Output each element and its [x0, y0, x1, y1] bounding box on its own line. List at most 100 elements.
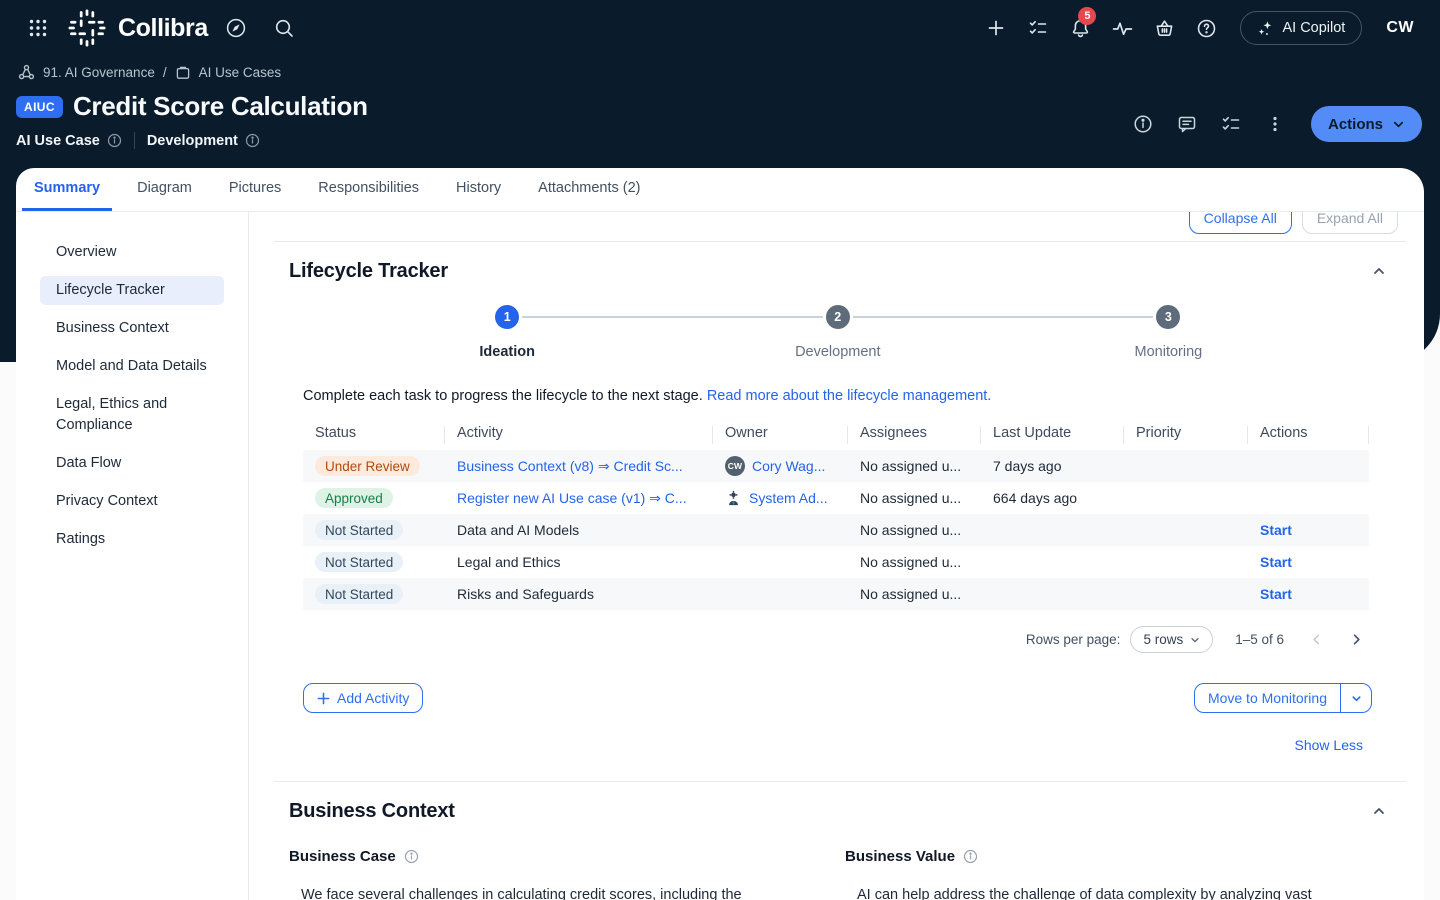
user-avatar[interactable]: CW — [1380, 19, 1420, 37]
sparkles-icon — [1257, 20, 1274, 37]
col-status: Status — [303, 422, 445, 450]
create-plus-icon[interactable] — [978, 10, 1014, 46]
search-icon[interactable] — [266, 10, 302, 46]
sidebar-item-model-and-data-details[interactable]: Model and Data Details — [40, 352, 224, 381]
info-icon[interactable] — [404, 849, 419, 864]
checklist-icon[interactable] — [1213, 106, 1249, 142]
chevron-up-icon[interactable] — [1367, 259, 1391, 283]
chevron-up-icon[interactable] — [1367, 799, 1391, 823]
previous-page-icon[interactable] — [1310, 633, 1323, 646]
priority-cell — [1124, 578, 1248, 610]
sidebar-item-business-context[interactable]: Business Context — [40, 314, 224, 343]
activity-link[interactable]: Business Context (v8) ⇒ Credit Sc... — [457, 458, 701, 475]
step-circle-development[interactable]: 2 — [826, 305, 850, 329]
chevron-down-icon — [1351, 693, 1362, 704]
collapse-expand-toolbar: Collapse All Expand All — [274, 212, 1406, 234]
step-circle-monitoring[interactable]: 3 — [1156, 305, 1180, 329]
lifecycle-section-header: Lifecycle Tracker — [289, 259, 1391, 283]
status-badge: Not Started — [315, 584, 403, 604]
table-row: Not Started Data and AI Models No assign… — [303, 514, 1369, 546]
table-row: Under Review Business Context (v8) ⇒ Cre… — [303, 450, 1369, 482]
business-case-text: We face several challenges in calculatin… — [289, 887, 835, 900]
help-icon[interactable] — [1188, 10, 1224, 46]
business-value-field: Business Value AI can help address the c… — [845, 848, 1391, 900]
page-title: Credit Score Calculation — [73, 91, 368, 122]
system-robot-icon — [725, 490, 742, 507]
activity-cell: Risks and Safeguards — [445, 578, 713, 610]
comments-icon[interactable] — [1169, 106, 1205, 142]
activity-link[interactable]: Register new AI Use case (v1) ⇒ C... — [457, 490, 701, 507]
compass-icon[interactable] — [218, 10, 254, 46]
assignees-cell: No assigned u... — [848, 546, 981, 578]
info-icon[interactable] — [107, 133, 122, 148]
assignees-cell: No assigned u... — [848, 578, 981, 610]
sidebar-item-lifecycle-tracker[interactable]: Lifecycle Tracker — [40, 276, 224, 305]
tab-responsibilities[interactable]: Responsibilities — [306, 168, 431, 211]
notifications-bell-icon[interactable]: 5 — [1062, 10, 1098, 46]
business-case-label-row: Business Case — [289, 848, 835, 865]
last-update-cell — [981, 578, 1124, 610]
meta-divider — [134, 132, 135, 149]
business-context-section: Business Context Business Case We face s… — [274, 799, 1406, 900]
owner-link[interactable]: Cory Wag... — [752, 458, 825, 474]
main-content: Collapse All Expand All Lifecycle Tracke… — [249, 212, 1424, 900]
breadcrumb-community[interactable]: 91. AI Governance — [43, 65, 155, 80]
lifecycle-read-more-link[interactable]: Read more about the lifecycle management… — [707, 388, 992, 404]
step-circle-ideation[interactable]: 1 — [495, 305, 519, 329]
next-page-icon[interactable] — [1350, 633, 1363, 646]
table-header-row: Status Activity Owner Assignees Last Upd… — [303, 422, 1369, 450]
show-less-row: Show Less — [289, 737, 1391, 755]
collapse-all-button[interactable]: Collapse All — [1189, 212, 1292, 234]
info-icon[interactable] — [963, 849, 978, 864]
lifecycle-section-title: Lifecycle Tracker — [289, 260, 448, 283]
sidebar-item-legal-ethics-compliance[interactable]: Legal, Ethics and Compliance — [40, 390, 224, 440]
expand-all-button[interactable]: Expand All — [1302, 212, 1398, 234]
show-less-link[interactable]: Show Less — [1295, 737, 1363, 753]
actions-label: Actions — [1328, 116, 1383, 133]
tasks-icon[interactable] — [1020, 10, 1056, 46]
start-activity-link[interactable]: Start — [1260, 554, 1292, 570]
kebab-menu-icon[interactable] — [1257, 106, 1293, 142]
owner-cell: CWCory Wag... — [725, 456, 836, 476]
sidebar-item-data-flow[interactable]: Data Flow — [40, 449, 224, 478]
move-options-caret[interactable] — [1341, 684, 1371, 712]
activity-pulse-icon[interactable] — [1104, 10, 1140, 46]
sidebar-item-privacy-context[interactable]: Privacy Context — [40, 487, 224, 516]
basket-icon[interactable] — [1146, 10, 1182, 46]
owner-cell — [713, 514, 848, 546]
details-info-icon[interactable] — [1125, 106, 1161, 142]
plus-icon — [317, 692, 330, 705]
app-grid-icon[interactable] — [20, 10, 56, 46]
tab-summary[interactable]: Summary — [22, 168, 112, 211]
collibra-logo[interactable]: Collibra — [68, 9, 208, 47]
rows-per-page-select[interactable]: 5 rows — [1130, 626, 1213, 653]
info-icon[interactable] — [245, 133, 260, 148]
move-to-monitoring-split-button: Move to Monitoring — [1194, 683, 1372, 713]
header-controls: Actions — [1125, 106, 1422, 142]
actions-button[interactable]: Actions — [1311, 106, 1422, 142]
tab-attachments[interactable]: Attachments (2) — [526, 168, 652, 211]
move-to-monitoring-button[interactable]: Move to Monitoring — [1195, 684, 1341, 712]
activity-cell: Legal and Ethics — [445, 546, 713, 578]
business-context-fields: Business Case We face several challenges… — [289, 848, 1391, 900]
last-update-cell — [981, 546, 1124, 578]
start-activity-link[interactable]: Start — [1260, 586, 1292, 602]
tab-diagram[interactable]: Diagram — [125, 168, 204, 211]
business-context-header: Business Context — [289, 799, 1391, 823]
summary-sidebar: Overview Lifecycle Tracker Business Cont… — [16, 212, 249, 900]
sidebar-item-overview[interactable]: Overview — [40, 238, 224, 267]
step-label-ideation: Ideation — [479, 344, 535, 360]
table-row: Not Started Legal and Ethics No assigned… — [303, 546, 1369, 578]
lifecycle-stepper: 1 2 3 — [289, 305, 1391, 329]
notification-count-badge: 5 — [1078, 7, 1096, 25]
start-activity-link[interactable]: Start — [1260, 522, 1292, 538]
breadcrumb-domain[interactable]: AI Use Cases — [199, 65, 282, 80]
tab-pictures[interactable]: Pictures — [217, 168, 293, 211]
add-activity-button[interactable]: Add Activity — [303, 683, 423, 713]
tab-history[interactable]: History — [444, 168, 513, 211]
owner-cell — [713, 546, 848, 578]
ai-copilot-button[interactable]: AI Copilot — [1240, 11, 1362, 45]
assignees-cell: No assigned u... — [848, 450, 981, 482]
sidebar-item-ratings[interactable]: Ratings — [40, 525, 224, 554]
owner-link[interactable]: System Ad... — [749, 490, 828, 506]
